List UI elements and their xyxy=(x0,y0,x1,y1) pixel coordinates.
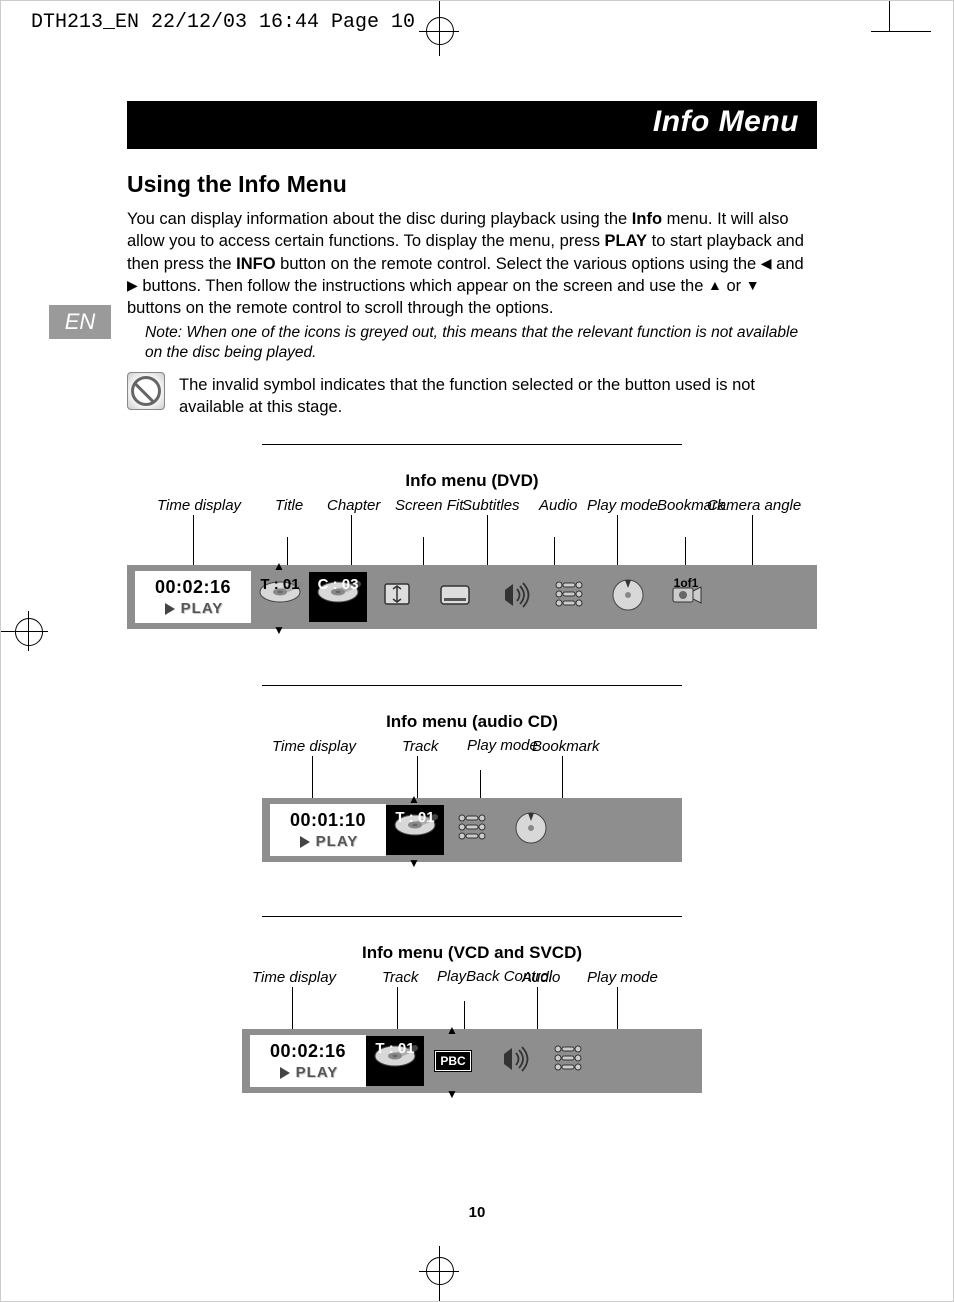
arrow-left-icon: ◀ xyxy=(761,254,772,273)
audio-icon xyxy=(482,1036,540,1086)
dvd-osd-bar: 00:02:16 PLAY T : 01 C : 03 xyxy=(127,565,817,629)
time-display: 00:02:16 PLAY xyxy=(250,1035,366,1087)
bookmark-icon xyxy=(599,572,657,622)
label-time: Time display xyxy=(157,497,241,514)
label-vcd-time: Time display xyxy=(252,969,336,986)
intro-paragraph: You can display information about the di… xyxy=(127,208,817,319)
label-vcd-audio: Audio xyxy=(522,969,560,986)
page-number: 10 xyxy=(1,1204,953,1221)
label-screenfit: Screen Fit xyxy=(395,497,463,514)
play-label: PLAY xyxy=(296,1064,339,1081)
label-title: Title xyxy=(275,497,303,514)
time-display: 00:01:10 PLAY xyxy=(270,804,386,856)
label-bookmark: Bookmark xyxy=(657,497,725,514)
track-icon: T : 01 xyxy=(386,805,444,855)
vcd-diagram-title: Info menu (VCD and SVCD) xyxy=(127,943,817,963)
label-audio: Audio xyxy=(539,497,577,514)
label-cd-playmode: Play mode xyxy=(467,738,538,753)
arrow-right-icon: ▶ xyxy=(127,276,138,295)
camera-angle-icon: 1of1 xyxy=(657,572,715,622)
cd-diagram-title: Info menu (audio CD) xyxy=(127,712,817,732)
vcd-osd-bar: 00:02:16 PLAY T : 01 PBC xyxy=(242,1029,702,1093)
audio-icon xyxy=(483,572,541,622)
playmode-icon xyxy=(444,805,502,855)
arrow-up-icon: ▲ xyxy=(708,276,722,295)
play-icon xyxy=(298,835,312,849)
invalid-symbol-text: The invalid symbol indicates that the fu… xyxy=(179,374,817,419)
label-cd-track: Track xyxy=(402,738,438,755)
cd-osd-bar: 00:01:10 PLAY T : 01 xyxy=(262,798,682,862)
label-chapter: Chapter xyxy=(327,497,380,514)
print-header: DTH213_EN 22/12/03 16:44 Page 10 xyxy=(31,11,415,34)
play-icon xyxy=(163,602,177,616)
track-icon: T : 01 xyxy=(366,1036,424,1086)
playmode-icon xyxy=(540,1036,598,1086)
play-label: PLAY xyxy=(181,600,224,617)
screenfit-icon xyxy=(367,572,425,622)
play-icon xyxy=(278,1066,292,1080)
playmode-icon xyxy=(541,572,599,622)
arrow-down-icon: ▼ xyxy=(746,276,760,295)
subtitles-icon xyxy=(425,572,483,622)
label-cd-bookmark: Bookmark xyxy=(532,738,600,755)
bookmark-icon xyxy=(502,805,560,855)
dvd-diagram-title: Info menu (DVD) xyxy=(127,471,817,491)
invalid-symbol-icon xyxy=(127,372,165,410)
label-cd-time: Time display xyxy=(272,738,356,755)
section-title: Using the Info Menu xyxy=(127,171,817,198)
label-vcd-track: Track xyxy=(382,969,418,986)
time-display: 00:02:16 PLAY xyxy=(135,571,251,623)
label-playmode: Play mode xyxy=(587,497,658,514)
page-banner: Info Menu xyxy=(127,101,817,149)
note-text: Note: When one of the icons is greyed ou… xyxy=(145,323,817,363)
pbc-icon: PBC xyxy=(424,1036,482,1086)
title-icon: T : 01 xyxy=(251,572,309,622)
label-subtitles: Subtitles xyxy=(462,497,520,514)
language-tab: EN xyxy=(49,305,111,339)
label-vcd-playmode: Play mode xyxy=(587,969,658,986)
chapter-icon: C : 03 xyxy=(309,572,367,622)
play-label: PLAY xyxy=(316,833,359,850)
